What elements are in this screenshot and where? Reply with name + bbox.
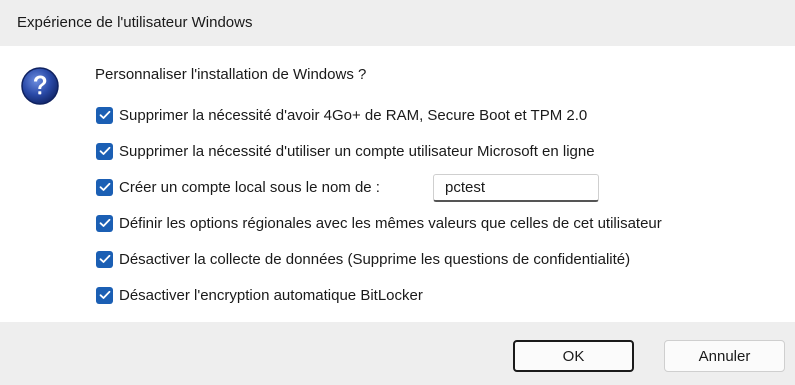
option-label: Supprimer la nécessité d'avoir 4Go+ de R… xyxy=(119,106,588,124)
option-label: Créer un compte local sous le nom de : xyxy=(119,178,380,196)
option-label: Définir les options régionales avec les … xyxy=(119,214,662,232)
button-bar: OK Annuler xyxy=(0,322,795,385)
checkbox[interactable] xyxy=(96,178,113,196)
checkmark-icon xyxy=(99,182,110,191)
checkbox[interactable] xyxy=(96,106,113,124)
checkbox[interactable] xyxy=(96,286,113,304)
dialog-window: Expérience de l'utilisateur Windows Pers… xyxy=(0,0,795,385)
checkmark-icon xyxy=(99,218,110,227)
question-icon xyxy=(20,66,60,106)
option-label: Désactiver la collecte de données (Suppr… xyxy=(119,250,631,268)
checkbox[interactable] xyxy=(96,250,113,268)
option-disable-data-collection[interactable]: Désactiver la collecte de données (Suppr… xyxy=(96,248,630,270)
question-text: Personnaliser l'installation de Windows … xyxy=(95,66,367,83)
ok-button[interactable]: OK xyxy=(513,340,634,372)
dialog-content: Personnaliser l'installation de Windows … xyxy=(0,46,795,322)
title-bar: Expérience de l'utilisateur Windows xyxy=(0,0,795,46)
option-label: Supprimer la nécessité d'utiliser un com… xyxy=(119,142,595,160)
checkmark-icon xyxy=(99,254,110,263)
option-remove-ms-account[interactable]: Supprimer la nécessité d'utiliser un com… xyxy=(96,140,595,162)
checkbox[interactable] xyxy=(96,214,113,232)
cancel-button[interactable]: Annuler xyxy=(664,340,785,372)
option-disable-bitlocker[interactable]: Désactiver l'encryption automatique BitL… xyxy=(96,284,423,306)
checkbox[interactable] xyxy=(96,142,113,160)
checkmark-icon xyxy=(99,110,110,119)
checkmark-icon xyxy=(99,146,110,155)
checkmark-icon xyxy=(99,290,110,299)
option-create-local-account[interactable]: Créer un compte local sous le nom de : xyxy=(96,176,380,198)
option-regional-settings[interactable]: Définir les options régionales avec les … xyxy=(96,212,662,234)
local-account-name-input[interactable] xyxy=(433,174,599,202)
option-label: Désactiver l'encryption automatique BitL… xyxy=(119,286,423,304)
option-remove-hw-requirements[interactable]: Supprimer la nécessité d'avoir 4Go+ de R… xyxy=(96,104,587,126)
window-title: Expérience de l'utilisateur Windows xyxy=(17,14,253,31)
